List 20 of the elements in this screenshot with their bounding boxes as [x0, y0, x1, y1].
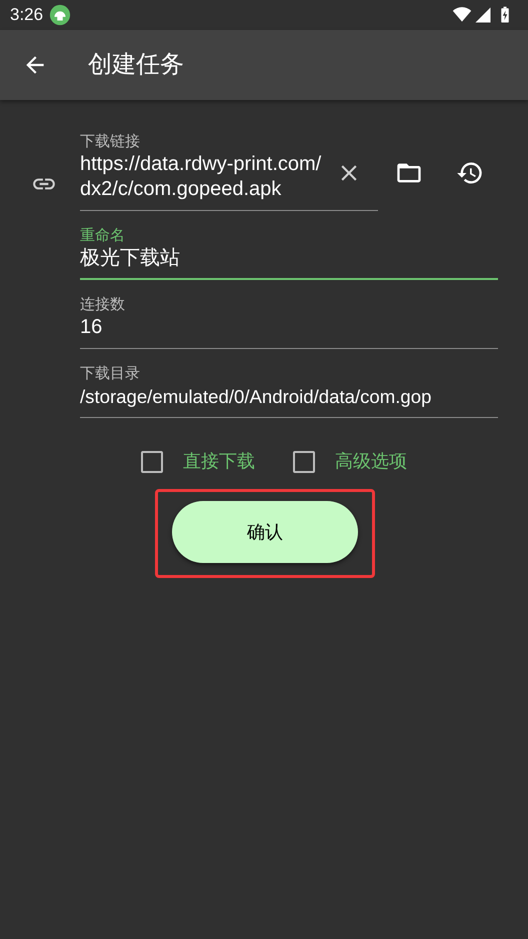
field-value: https://data.rdwy-print.com/dx2/c/com.gopeed.apk — [80, 152, 322, 202]
screen-title: 创建任务 — [88, 50, 184, 80]
field-value: 极光下载站 — [80, 246, 181, 271]
input-field[interactable]: 重命名 极光下载站 — [80, 226, 498, 280]
checkbox[interactable] — [293, 450, 315, 472]
field-label: 连接数 — [80, 295, 126, 315]
checkbox-label[interactable]: 直接下载 — [183, 448, 255, 475]
field-label: 下载目录 — [80, 364, 141, 384]
checkbox[interactable] — [141, 450, 163, 472]
app-notification-icon — [49, 4, 72, 26]
confirm-button[interactable]: 确认 — [172, 501, 358, 563]
field-value: 16 — [80, 315, 104, 340]
checkbox-label[interactable]: 高级选项 — [335, 448, 407, 475]
input-field[interactable]: 连接数 16 — [80, 295, 498, 349]
input-field[interactable]: 下载目录 /storage/emulated/0/Android/data/com.gop — [80, 364, 498, 418]
field-label: 重命名 — [80, 226, 126, 246]
field-label: 下载链接 — [80, 132, 141, 152]
field-value: /storage/emulated/0/Android/data/com.gop — [80, 385, 432, 409]
signal-icon — [474, 6, 492, 24]
status-time: 3:26 — [10, 4, 44, 26]
